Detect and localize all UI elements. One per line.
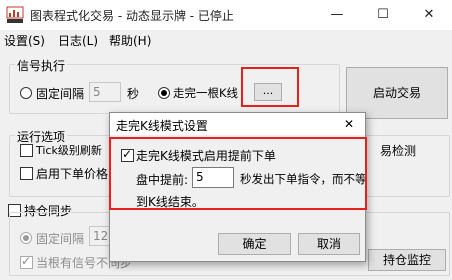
ok-button[interactable]: 确定 bbox=[218, 233, 291, 255]
fixed-interval-radio[interactable] bbox=[20, 87, 32, 99]
position-monitor-button[interactable]: 持仓监控 bbox=[368, 249, 446, 271]
settings-button-highlight bbox=[241, 67, 299, 107]
order-price-checkbox[interactable] bbox=[20, 167, 33, 180]
app-logo-icon bbox=[6, 6, 24, 24]
detection-label: 易检测 bbox=[380, 144, 417, 158]
minimize-button[interactable]: — bbox=[314, 0, 360, 30]
tick-refresh-label: Tick级别刷新 bbox=[36, 144, 102, 157]
fixed-interval-input[interactable]: 5 bbox=[89, 82, 121, 102]
fixed-interval-label: 固定间隔 bbox=[36, 87, 85, 101]
kline-label: 走完一根K线 bbox=[173, 86, 239, 100]
dialog-close-icon[interactable]: ✕ bbox=[344, 117, 354, 131]
kline-radio[interactable] bbox=[158, 87, 170, 99]
maximize-button[interactable]: ☐ bbox=[360, 0, 406, 30]
window-title: 图表程式化交易 - 动态显示牌 - 已停止 bbox=[30, 9, 234, 23]
dialog-title: 走完K线模式设置 bbox=[116, 119, 208, 133]
dialog-options-highlight bbox=[109, 137, 367, 210]
no-signal-sync-checkbox[interactable] bbox=[20, 254, 33, 269]
signal-group-label: 信号执行 bbox=[15, 57, 68, 74]
menu-settings[interactable]: 设置(S) bbox=[4, 32, 45, 49]
tick-refresh-checkbox[interactable] bbox=[20, 144, 33, 157]
order-price-label: 启用下单价格 bbox=[36, 167, 109, 181]
cancel-button[interactable]: 取消 bbox=[298, 233, 360, 255]
menu-help[interactable]: 帮助(H) bbox=[109, 32, 151, 49]
seconds-unit-label: 秒 bbox=[127, 87, 140, 101]
menu-log[interactable]: 日志(L) bbox=[58, 32, 98, 49]
sync-fixed-interval-radio[interactable] bbox=[20, 232, 32, 244]
sync-fixed-interval-label: 固定间隔 bbox=[36, 232, 85, 246]
kline-mode-dialog: 走完K线模式设置 ✕ 走完K线模式启用提前下单 盘中提前: 5 秒发出下单指令，… bbox=[109, 112, 367, 262]
close-button[interactable]: ✕ bbox=[406, 0, 452, 30]
